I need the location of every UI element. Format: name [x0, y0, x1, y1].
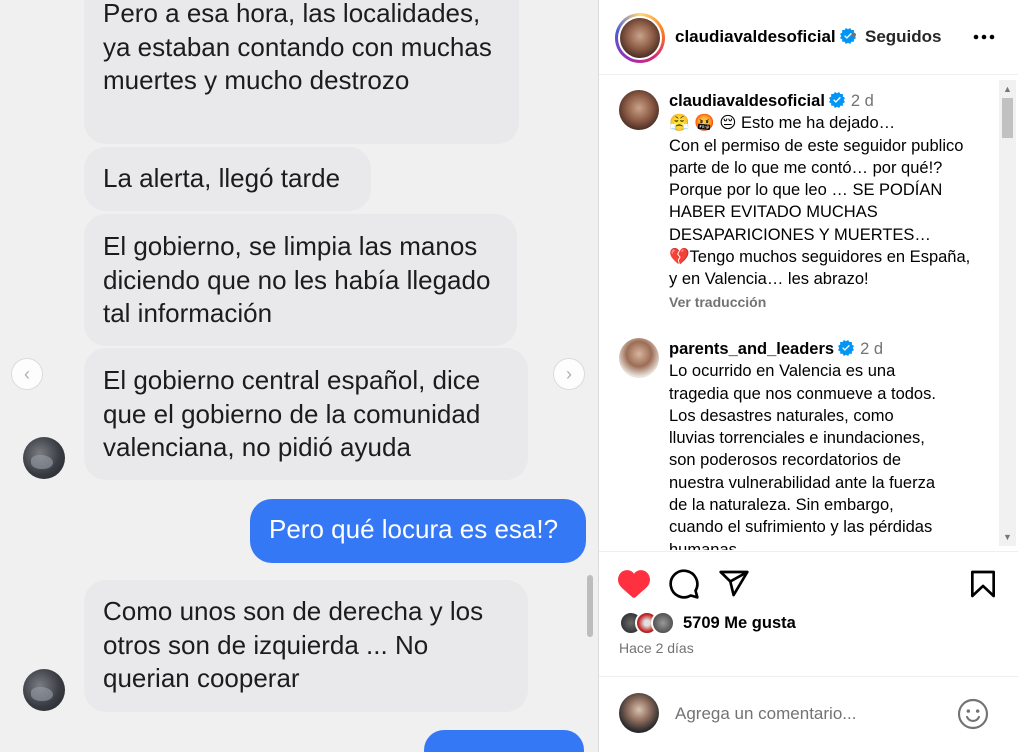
comment-input[interactable] [675, 701, 945, 727]
heart-icon[interactable] [618, 568, 650, 600]
chat-bubble-sent: Pero qué locura es esa!? [250, 499, 586, 563]
more-options-icon[interactable] [971, 24, 997, 50]
chat-bubble: El gobierno, se limpia las manos diciend… [84, 214, 517, 346]
likes-count[interactable]: 5709 Me gusta [683, 614, 796, 633]
emoji-icon[interactable] [957, 698, 989, 730]
chat-avatar [23, 669, 65, 711]
current-user-avatar [619, 693, 659, 733]
next-slide-button[interactable]: › [553, 358, 585, 390]
commenter-avatar[interactable] [619, 338, 659, 378]
verified-icon [838, 340, 855, 356]
chevron-left-icon: ‹ [24, 363, 30, 384]
following-button[interactable]: Seguidos [865, 27, 942, 47]
bookmark-icon[interactable] [967, 568, 999, 600]
caption: claudiavaldesoficial 2 d 😤 🤬 😔 Esto me ha… [669, 90, 979, 313]
share-icon[interactable] [718, 568, 750, 600]
likes-row[interactable]: 5709 Me gusta [619, 610, 796, 636]
chat-bubble-sent-partial [424, 730, 584, 752]
chevron-right-icon: › [566, 363, 572, 384]
chat-bubble: Pero a esa hora, las localidades, ya est… [84, 0, 519, 144]
media-scrollbar[interactable] [587, 575, 593, 637]
comment: parents_and_leaders 2 d Lo ocurrido en Va… [669, 338, 937, 550]
scroll-down-arrow-icon[interactable]: ▼ [999, 530, 1016, 544]
scroll-up-arrow-icon[interactable]: ▲ [999, 82, 1016, 96]
comment-time[interactable]: 2 d [860, 340, 883, 358]
see-translation-link[interactable]: Ver traducción [669, 291, 979, 313]
post-date[interactable]: Hace 2 días [619, 640, 694, 656]
chat-bubble: El gobierno central español, dice que el… [84, 348, 528, 480]
post-header: claudiavaldesoficial • Seguidos [599, 0, 1018, 75]
comment-text: Lo ocurrido en Valencia es una tragedia … [669, 362, 936, 550]
liker-avatar [651, 611, 675, 635]
post-media: Pero a esa hora, las localidades, ya est… [0, 0, 598, 752]
chat-bubble: Como unos son de derecha y los otros son… [84, 580, 528, 712]
previous-slide-button[interactable]: ‹ [11, 358, 43, 390]
caption-username[interactable]: claudiavaldesoficial [669, 92, 825, 110]
comment-icon[interactable] [668, 568, 700, 600]
author-avatar[interactable] [620, 18, 660, 58]
caption-line: Con el permiso de este seguidor publico … [669, 136, 964, 244]
comments-section: claudiavaldesoficial 2 d 😤 🤬 😔 Esto me ha… [599, 76, 1018, 550]
caption-time[interactable]: 2 d [851, 92, 874, 110]
verified-icon [828, 92, 845, 108]
author-username[interactable]: claudiavaldesoficial [675, 27, 856, 47]
comment-username[interactable]: parents_and_leaders [669, 340, 834, 358]
author-avatar-ring[interactable] [615, 13, 665, 63]
post-panel: claudiavaldesoficial • Seguidos claudiav… [599, 0, 1018, 752]
caption-line: 💔Tengo muchos seguidores en España, y en… [669, 248, 971, 289]
header-separator: • [851, 27, 857, 44]
comments-scrollbar[interactable]: ▲ ▼ [999, 80, 1016, 546]
caption-line: 😤 🤬 😔 Esto me ha dejado… [669, 114, 896, 133]
post-actions: 5709 Me gusta Hace 2 días [599, 551, 1018, 675]
add-comment-box [599, 676, 1018, 752]
author-username-text[interactable]: claudiavaldesoficial [675, 27, 836, 46]
chat-avatar [23, 437, 65, 479]
commenter-avatar[interactable] [619, 90, 659, 130]
scrollbar-thumb[interactable] [1002, 98, 1013, 138]
chat-bubble: La alerta, llegó tarde [84, 147, 371, 211]
